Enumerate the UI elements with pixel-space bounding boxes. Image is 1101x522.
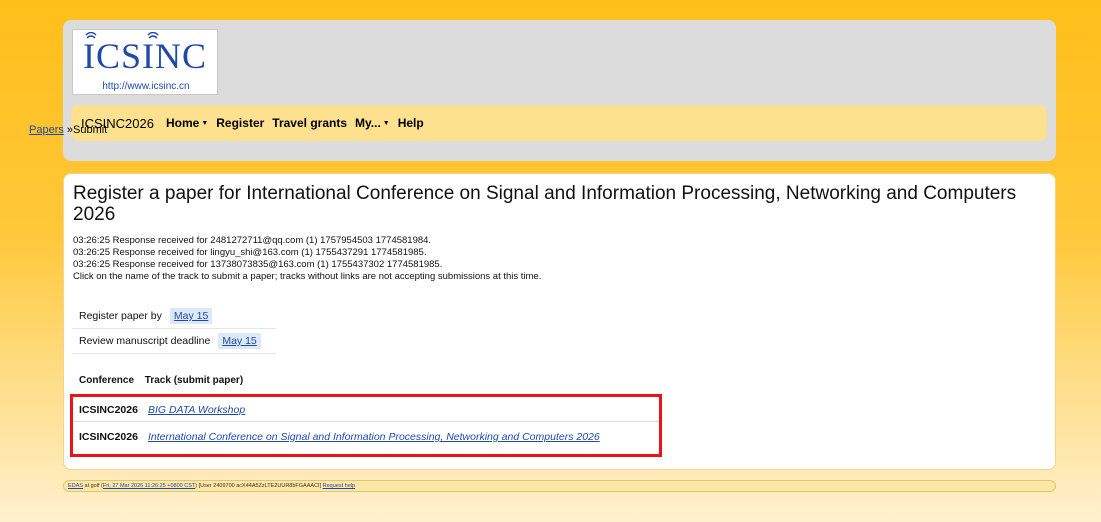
status-message: 03:26:25 Response received for 248127271…: [73, 235, 432, 246]
column-header-track: Track (submit paper): [144, 375, 244, 386]
nav-help[interactable]: Help: [398, 116, 424, 130]
deadline-label: Register paper by: [79, 310, 162, 322]
status-messages: 03:26:25 Response received for 248127271…: [73, 235, 1048, 283]
main-panel: Register a paper for International Confe…: [63, 173, 1056, 470]
nav-travel-grants[interactable]: Travel grants: [272, 116, 347, 130]
track-conference: ICSINC2026: [79, 403, 138, 416]
nav-my[interactable]: My... ▼: [355, 116, 390, 130]
column-header-conference: Conference: [79, 375, 135, 386]
footer: EDAS at golf (Fri, 27 Mar 2026 11:26:25 …: [63, 480, 1056, 492]
instruction-text: Click on the name of the track to submit…: [73, 271, 542, 282]
table-row: ICSINC2026 International Conference on S…: [72, 425, 662, 449]
deadline-row: Review manuscript deadline May 15: [72, 329, 276, 354]
chevron-down-icon: ▼: [201, 120, 209, 127]
logo-wordmark-text: ICSINC: [83, 36, 207, 74]
breadcrumb-papers-link[interactable]: Papers: [29, 124, 64, 136]
breadcrumb-separator: »: [63, 124, 74, 136]
main-navbar: ICSINC2026 Home ▼ Register Travel grants …: [71, 105, 1047, 141]
nav-register[interactable]: Register: [216, 116, 264, 130]
footer-user: ) [User 2409700 acX44A5ZzLTE2UUR8bFGAAAC…: [195, 483, 323, 489]
deadline-label: Review manuscript deadline: [79, 335, 211, 347]
breadcrumb-current: Submit: [73, 124, 108, 136]
deadlines-table: Register paper by May 15 Review manuscri…: [72, 304, 276, 354]
status-message: 03:26:25 Response received for 137380738…: [73, 259, 443, 270]
header-panel: ICSINC http://www.icsinc.cn ICSINC2026 H…: [63, 20, 1056, 161]
table-row: ICSINC2026 BIG DATA Workshop: [72, 398, 662, 422]
footer-edas-link[interactable]: EDAS: [68, 483, 83, 489]
track-conference: ICSINC2026: [79, 431, 138, 443]
logo-url: http://www.icsinc.cn: [102, 81, 190, 92]
track-submit-link[interactable]: BIG DATA Workshop: [148, 404, 245, 416]
page-title: Register a paper for International Confe…: [73, 183, 1017, 225]
status-message: 03:26:25 Response received for lingyu_sh…: [73, 247, 427, 258]
logo-wordmark: ICSINC: [83, 32, 207, 74]
tracks-table-header: Conference Track (submit paper): [79, 375, 251, 386]
conference-logo[interactable]: ICSINC http://www.icsinc.cn: [72, 29, 218, 95]
chevron-down-icon: ▼: [382, 120, 390, 127]
footer-at: at golf (: [82, 483, 103, 489]
nav-home[interactable]: Home ▼: [166, 116, 208, 130]
deadline-date-link[interactable]: May 15: [218, 333, 261, 349]
track-submit-link[interactable]: International Conference on Signal and I…: [148, 431, 600, 443]
footer-request-help-link[interactable]: Request help: [323, 483, 355, 489]
deadline-row: Register paper by May 15: [72, 304, 276, 329]
footer-timestamp-link[interactable]: Fri, 27 Mar 2026 11:26:25 +0800 CST: [103, 483, 195, 489]
deadline-date-link[interactable]: May 15: [169, 308, 213, 324]
breadcrumb: Papers »Submit: [29, 124, 107, 136]
